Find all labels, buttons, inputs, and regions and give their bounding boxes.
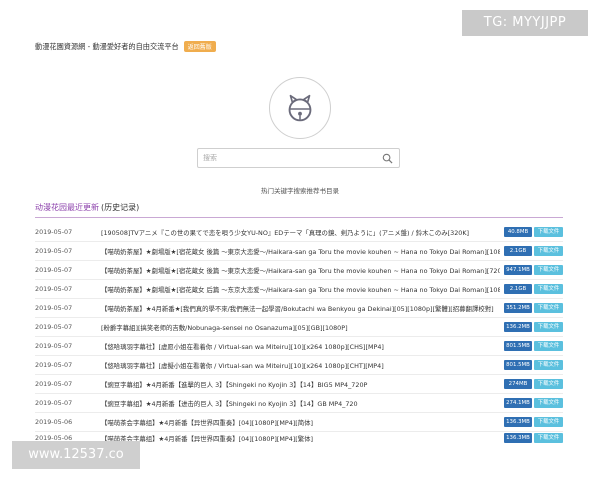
download-button[interactable]: 下载文件 [534,398,563,408]
recent-updates-header: 动漫花园最近更新 (历史记录) [35,202,563,218]
size-badge: 801.5MB [504,341,532,351]
row-title-link[interactable]: 【悠哈璃羽字幕社】[虚愿小姐在看着你 / Virtual-san wa Mite… [101,342,500,351]
download-button[interactable]: 下载文件 [534,227,563,237]
size-badge: 274.1MB [504,398,532,408]
search-bar [197,148,400,168]
site-logo[interactable] [269,77,331,139]
row-date: 2019-05-07 [35,285,73,293]
table-row: 2019-05-07 【豌豆字幕组】★4月新番【进击的巨人 3】【Shingeki… [35,394,563,413]
download-button[interactable]: 下载文件 [534,303,563,313]
site-tagline: 動漫花園資源網 - 動漫愛好者的自由交流平台 [35,41,179,51]
download-button[interactable]: 下载文件 [534,246,563,256]
row-title-link[interactable]: 【喵萌茶会字幕组】★4月新番【异世界四重奏】[04][1080P][MP4][简… [101,418,500,427]
table-row: 2019-05-07 【豌豆字幕组】★4月新番【進擊的巨人 3】【Shingeki… [35,375,563,394]
size-badge: 136.2MB [504,322,532,332]
download-button[interactable]: 下载文件 [534,379,563,389]
download-button[interactable]: 下载文件 [534,284,563,294]
size-badge: 351.2MB [504,303,532,313]
row-title-link[interactable]: 【喵萌奶茶屋】★劇場版★[宿花蔵女 後篇 ～東京大恋愛～/Haikara-san… [101,266,500,275]
row-title-link[interactable]: [粉爵字幕組][搞笑老师的吉敷/Nobunaga-sensei no Osana… [101,323,500,332]
bell-logo-icon [288,94,312,122]
download-button[interactable]: 下载文件 [534,265,563,275]
old-version-badge[interactable]: 返回舊版 [183,41,216,52]
row-title-link[interactable]: 【喵萌奶茶屋】★劇場版★[宿花蔵女 後篇 ～東京大恋愛～/Haikara-san… [101,247,500,256]
history-link[interactable]: (历史记录) [101,203,139,212]
table-row: 2019-05-07 【悠哈璃羽字幕社】[虛擬小姐在看著你 / Virtual-s… [35,356,563,375]
download-button[interactable]: 下载文件 [534,433,563,443]
row-date: 2019-05-07 [35,361,73,369]
search-icon[interactable] [382,153,393,164]
size-badge: 947.1MB [504,265,532,275]
table-row: 2019-05-07 【喵萌奶茶屋】★劇場版★[宿花蔵女 后篇 ～东京大恋爱～/H… [35,280,563,299]
download-button[interactable]: 下载文件 [534,360,563,370]
row-date: 2019-05-07 [35,304,73,312]
hot-keywords-link[interactable]: 热门关键字搜索推荐书目录 [0,185,600,195]
row-title-link[interactable]: 【豌豆字幕组】★4月新番【进击的巨人 3】【Shingeki no Kyojin… [101,399,500,408]
row-title-link[interactable]: 【豌豆字幕组】★4月新番【進擊的巨人 3】【Shingeki no Kyojin… [101,380,500,389]
row-date: 2019-05-07 [35,342,73,350]
row-date: 2019-05-07 [35,228,73,236]
watermark-overlay: www.12537.co [12,441,140,469]
row-date: 2019-05-07 [35,399,73,407]
search-input[interactable] [203,154,383,162]
table-row: 2019-05-07 [粉爵字幕組][搞笑老师的吉敷/Nobunaga-sense… [35,318,563,337]
row-title-link[interactable]: [190508]TVアニメ『この世の果てで恋を唄う少女YU-NO』EDテーマ「真… [101,228,500,237]
size-badge: 40.8MB [504,227,532,237]
download-button[interactable]: 下载文件 [534,341,563,351]
table-row: 2019-05-07 【喵萌奶茶屋】★劇場版★[宿花蔵女 後篇 ～東京大恋愛～/H… [35,242,563,261]
download-button[interactable]: 下载文件 [534,417,563,427]
download-button[interactable]: 下载文件 [534,322,563,332]
row-date: 2019-05-07 [35,247,73,255]
row-title-link[interactable]: 【悠哈璃羽字幕社】[虛擬小姐在看著你 / Virtual-san wa Mite… [101,361,500,370]
table-row: 2019-05-07 【悠哈璃羽字幕社】[虚愿小姐在看着你 / Virtual-s… [35,337,563,356]
table-row: 2019-05-07 【喵萌奶茶屋】★4月新番★[我們真的學不來/我們無法一起學習… [35,299,563,318]
table-row: 2019-05-06 【喵萌茶会字幕组】★4月新番【异世界四重奏】[04][108… [35,413,563,432]
row-title-link[interactable]: 【喵萌奶茶屋】★4月新番★[我們真的學不來/我們無法一起學習/Bokutachi… [101,304,500,313]
table-row: 2019-05-07 【喵萌奶茶屋】★劇場版★[宿花蔵女 後篇 ～東京大恋愛～/H… [35,261,563,280]
section-title: 动漫花园最近更新 [35,203,99,212]
table-row: 2019-05-07 [190508]TVアニメ『この世の果てで恋を唄う少女YU-… [35,223,563,242]
size-badge: 136.3MB [504,417,532,427]
size-badge: 274MB [504,379,532,389]
row-title-link[interactable]: 【喵萌奶茶屋】★劇場版★[宿花蔵女 后篇 ～东京大恋爱～/Haikara-san… [101,285,500,294]
row-date: 2019-05-06 [35,418,73,426]
row-date: 2019-05-07 [35,380,73,388]
size-badge: 2.1GB [504,284,532,294]
row-date: 2019-05-07 [35,323,73,331]
tg-overlay-banner: TG: MYYJJPP [462,10,588,36]
torrent-list: 2019-05-07 [190508]TVアニメ『この世の果てで恋を唄う少女YU-… [35,223,563,444]
size-badge: 136.3MB [504,433,532,443]
row-title-link[interactable]: 【喵萌茶会字幕组】★4月新番【异世界四重奏】[04][1080P][MP4][繁… [101,434,500,443]
site-header: 動漫花園資源網 - 動漫愛好者的自由交流平台 返回舊版 [35,41,216,52]
size-badge: 2.1GB [504,246,532,256]
size-badge: 801.5MB [504,360,532,370]
row-date: 2019-05-07 [35,266,73,274]
